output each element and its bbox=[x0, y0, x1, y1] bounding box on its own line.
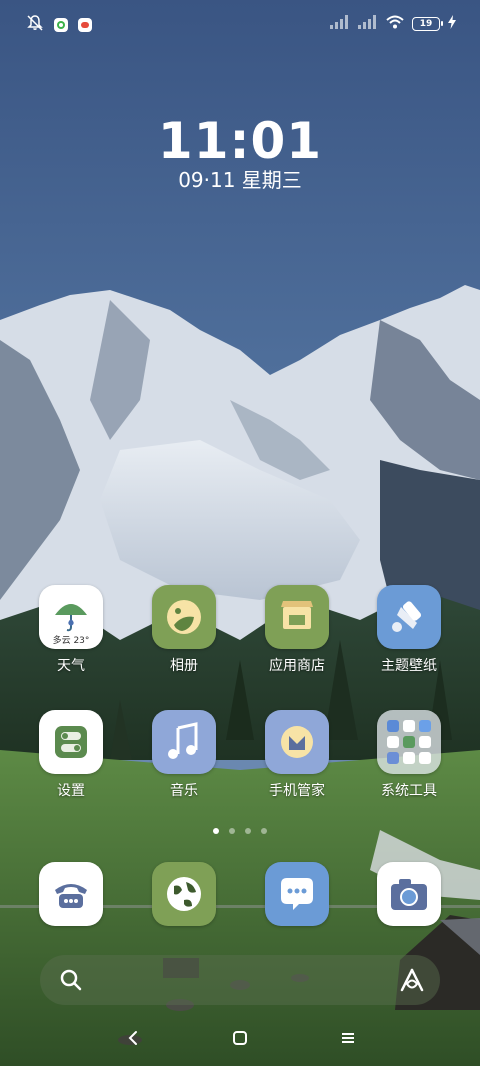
dock bbox=[0, 862, 480, 926]
page-dot-active[interactable] bbox=[213, 828, 219, 834]
search-icon[interactable] bbox=[58, 967, 84, 997]
status-bar: 19 bbox=[0, 0, 480, 50]
app-label: 相册 bbox=[170, 658, 198, 674]
app-system-tools-folder[interactable]: 系统工具 bbox=[359, 710, 459, 800]
app-themes[interactable]: 主题壁纸 bbox=[359, 585, 459, 675]
bell-off-icon bbox=[26, 14, 44, 36]
charging-bolt-icon bbox=[448, 14, 456, 33]
page-indicator bbox=[0, 828, 480, 834]
clock-widget[interactable]: 11:01 09·11 星期三 bbox=[0, 112, 480, 192]
weather-umbrella-icon: 多云 23° bbox=[39, 585, 103, 649]
clock-time: 11:01 bbox=[157, 112, 323, 170]
app-label: 设置 bbox=[57, 783, 85, 799]
page-dot[interactable] bbox=[245, 828, 251, 834]
app-weather[interactable]: 多云 23° 天气 bbox=[21, 585, 121, 675]
app-music[interactable]: 音乐 bbox=[134, 710, 234, 800]
camera-icon bbox=[377, 862, 441, 926]
app-label: 应用商店 bbox=[269, 658, 325, 674]
dock-camera[interactable] bbox=[359, 862, 459, 926]
gallery-icon bbox=[152, 585, 216, 649]
app-row: 多云 23° 天气 相册 应用商店 主题壁纸 bbox=[0, 585, 480, 695]
app-label: 手机管家 bbox=[269, 783, 325, 799]
app-security-manager[interactable]: 手机管家 bbox=[247, 710, 347, 800]
app-label: 主题壁纸 bbox=[381, 658, 437, 674]
page-dot[interactable] bbox=[261, 828, 267, 834]
dock-messages[interactable] bbox=[247, 862, 347, 926]
recents-icon[interactable] bbox=[333, 1026, 363, 1050]
app-gallery[interactable]: 相册 bbox=[134, 585, 234, 675]
signal-2-icon bbox=[358, 14, 378, 33]
red-app-notification-icon bbox=[78, 18, 92, 32]
navigation-bar bbox=[0, 1020, 480, 1056]
browser-globe-icon bbox=[152, 862, 216, 926]
home-icon[interactable] bbox=[225, 1026, 255, 1050]
themes-brush-icon bbox=[377, 585, 441, 649]
app-settings[interactable]: 设置 bbox=[21, 710, 121, 800]
weather-temp: 多云 23° bbox=[52, 636, 90, 646]
dock-browser[interactable] bbox=[134, 862, 234, 926]
app-store-icon bbox=[265, 585, 329, 649]
app-store[interactable]: 应用商店 bbox=[247, 585, 347, 675]
dock-phone[interactable] bbox=[21, 862, 121, 926]
page-dot[interactable] bbox=[229, 828, 235, 834]
clock-date: 09·11 星期三 bbox=[178, 168, 302, 192]
app-label: 音乐 bbox=[170, 783, 198, 799]
music-note-icon bbox=[152, 710, 216, 774]
search-bar[interactable] bbox=[40, 955, 440, 1005]
signal-1-icon bbox=[330, 14, 350, 33]
wifi-icon bbox=[386, 14, 404, 33]
app-label: 天气 bbox=[57, 658, 85, 674]
search-input[interactable] bbox=[100, 967, 380, 993]
back-icon[interactable] bbox=[118, 1026, 148, 1050]
phone-icon bbox=[39, 862, 103, 926]
ai-assistant-icon[interactable] bbox=[398, 967, 426, 997]
settings-toggle-icon bbox=[39, 710, 103, 774]
system-tools-folder-icon bbox=[377, 710, 441, 774]
app-row: 设置 音乐 手机管家 系统工具 bbox=[0, 710, 480, 820]
green-app-notification-icon bbox=[54, 18, 68, 32]
battery-indicator: 19 bbox=[412, 16, 443, 31]
security-manager-icon bbox=[265, 710, 329, 774]
messages-icon bbox=[265, 862, 329, 926]
app-label: 系统工具 bbox=[381, 783, 437, 799]
